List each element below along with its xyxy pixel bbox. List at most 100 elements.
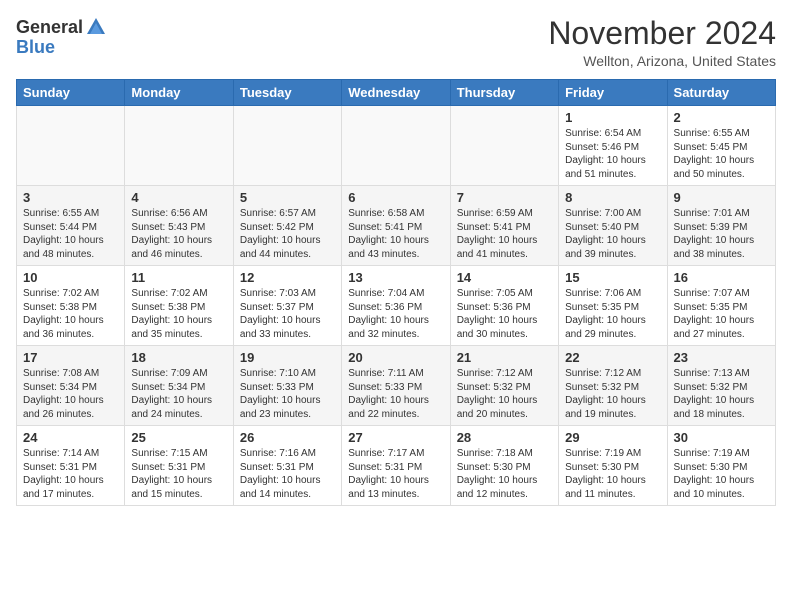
calendar-cell: 11 Sunrise: 7:02 AM Sunset: 5:38 PM Dayli… [125,266,233,346]
col-header-wednesday: Wednesday [342,80,450,106]
day-number: 16 [674,270,769,285]
day-number: 21 [457,350,552,365]
day-number: 28 [457,430,552,445]
day-number: 3 [23,190,118,205]
calendar-cell: 26Sunrise: 7:16 AM Sunset: 5:31 PM Dayli… [233,426,341,506]
day-detail: Sunrise: 7:06 AM Sunset: 5:35 PM Dayligh… [565,287,660,341]
day-number: 1 [565,110,660,125]
day-number: 13 [348,270,443,285]
day-number: 6 [348,190,443,205]
day-detail: Sunrise: 7:14 AM Sunset: 5:31 PM Dayligh… [23,447,118,501]
day-number: 18 [131,350,226,365]
calendar-cell: 12Sunrise: 7:03 AM Sunset: 5:37 PM Dayli… [233,266,341,346]
day-number: 27 [348,430,443,445]
calendar-cell: 5 Sunrise: 6:57 AM Sunset: 5:42 PM Daylig… [233,186,341,266]
col-header-thursday: Thursday [450,80,558,106]
day-detail: Sunrise: 7:13 AM Sunset: 5:32 PM Dayligh… [674,367,769,421]
calendar-week-4: 24 Sunrise: 7:14 AM Sunset: 5:31 PM Dayli… [17,426,776,506]
day-detail: Sunrise: 7:02 AM Sunset: 5:38 PM Dayligh… [23,287,118,341]
calendar-cell: 16Sunrise: 7:07 AM Sunset: 5:35 PM Dayli… [667,266,775,346]
calendar-cell: 15 Sunrise: 7:06 AM Sunset: 5:35 PM Dayli… [559,266,667,346]
day-detail: Sunrise: 7:02 AM Sunset: 5:38 PM Dayligh… [131,287,226,341]
day-detail: Sunrise: 7:19 AM Sunset: 5:30 PM Dayligh… [674,447,769,501]
day-number: 4 [131,190,226,205]
calendar-cell: 14 Sunrise: 7:05 AM Sunset: 5:36 PM Dayli… [450,266,558,346]
day-number: 20 [348,350,443,365]
col-header-monday: Monday [125,80,233,106]
calendar-cell: 4 Sunrise: 6:56 AM Sunset: 5:43 PM Daylig… [125,186,233,266]
day-number: 9 [674,190,769,205]
col-header-saturday: Saturday [667,80,775,106]
location: Wellton, Arizona, United States [548,53,776,69]
day-number: 14 [457,270,552,285]
day-number: 10 [23,270,118,285]
calendar-week-0: 1 Sunrise: 6:54 AM Sunset: 5:46 PM Daylig… [17,106,776,186]
calendar-cell: 7 Sunrise: 6:59 AM Sunset: 5:41 PM Daylig… [450,186,558,266]
calendar-cell: 6Sunrise: 6:58 AM Sunset: 5:41 PM Daylig… [342,186,450,266]
day-detail: Sunrise: 7:12 AM Sunset: 5:32 PM Dayligh… [457,367,552,421]
day-number: 15 [565,270,660,285]
day-number: 17 [23,350,118,365]
logo-general-text: General [16,18,83,36]
day-detail: Sunrise: 6:55 AM Sunset: 5:45 PM Dayligh… [674,127,769,181]
day-number: 22 [565,350,660,365]
calendar-week-3: 17 Sunrise: 7:08 AM Sunset: 5:34 PM Dayli… [17,346,776,426]
day-detail: Sunrise: 7:05 AM Sunset: 5:36 PM Dayligh… [457,287,552,341]
day-number: 5 [240,190,335,205]
calendar-cell: 20 Sunrise: 7:11 AM Sunset: 5:33 PM Dayli… [342,346,450,426]
day-detail: Sunrise: 6:59 AM Sunset: 5:41 PM Dayligh… [457,207,552,261]
day-detail: Sunrise: 7:17 AM Sunset: 5:31 PM Dayligh… [348,447,443,501]
page-container: General Blue November 2024 Wellton, Ariz… [0,0,792,514]
day-detail: Sunrise: 7:12 AM Sunset: 5:32 PM Dayligh… [565,367,660,421]
calendar-cell: 17 Sunrise: 7:08 AM Sunset: 5:34 PM Dayli… [17,346,125,426]
day-number: 2 [674,110,769,125]
day-detail: Sunrise: 7:11 AM Sunset: 5:33 PM Dayligh… [348,367,443,421]
day-detail: Sunrise: 7:10 AM Sunset: 5:33 PM Dayligh… [240,367,335,421]
calendar-cell [17,106,125,186]
calendar-cell: 22 Sunrise: 7:12 AM Sunset: 5:32 PM Dayli… [559,346,667,426]
day-detail: Sunrise: 7:01 AM Sunset: 5:39 PM Dayligh… [674,207,769,261]
month-title: November 2024 [548,16,776,51]
calendar-cell: 29Sunrise: 7:19 AM Sunset: 5:30 PM Dayli… [559,426,667,506]
calendar-table: SundayMondayTuesdayWednesdayThursdayFrid… [16,79,776,506]
logo-icon [85,16,107,38]
day-detail: Sunrise: 7:19 AM Sunset: 5:30 PM Dayligh… [565,447,660,501]
day-number: 8 [565,190,660,205]
day-detail: Sunrise: 6:56 AM Sunset: 5:43 PM Dayligh… [131,207,226,261]
calendar-cell: 24 Sunrise: 7:14 AM Sunset: 5:31 PM Dayli… [17,426,125,506]
day-number: 24 [23,430,118,445]
logo: General Blue [16,16,107,56]
calendar-cell: 2 Sunrise: 6:55 AM Sunset: 5:45 PM Daylig… [667,106,775,186]
day-detail: Sunrise: 7:00 AM Sunset: 5:40 PM Dayligh… [565,207,660,261]
calendar-cell: 9 Sunrise: 7:01 AM Sunset: 5:39 PM Daylig… [667,186,775,266]
calendar-cell: 3 Sunrise: 6:55 AM Sunset: 5:44 PM Daylig… [17,186,125,266]
day-number: 23 [674,350,769,365]
day-detail: Sunrise: 7:18 AM Sunset: 5:30 PM Dayligh… [457,447,552,501]
calendar-cell: 13Sunrise: 7:04 AM Sunset: 5:36 PM Dayli… [342,266,450,346]
day-number: 25 [131,430,226,445]
calendar-header-row: SundayMondayTuesdayWednesdayThursdayFrid… [17,80,776,106]
col-header-sunday: Sunday [17,80,125,106]
calendar-cell: 25Sunrise: 7:15 AM Sunset: 5:31 PM Dayli… [125,426,233,506]
calendar-cell [450,106,558,186]
day-detail: Sunrise: 6:54 AM Sunset: 5:46 PM Dayligh… [565,127,660,181]
day-detail: Sunrise: 6:57 AM Sunset: 5:42 PM Dayligh… [240,207,335,261]
day-detail: Sunrise: 7:09 AM Sunset: 5:34 PM Dayligh… [131,367,226,421]
calendar-cell: 18 Sunrise: 7:09 AM Sunset: 5:34 PM Dayli… [125,346,233,426]
calendar-week-2: 10 Sunrise: 7:02 AM Sunset: 5:38 PM Dayli… [17,266,776,346]
calendar-cell [125,106,233,186]
col-header-friday: Friday [559,80,667,106]
day-detail: Sunrise: 7:08 AM Sunset: 5:34 PM Dayligh… [23,367,118,421]
day-number: 11 [131,270,226,285]
calendar-cell [233,106,341,186]
day-detail: Sunrise: 6:55 AM Sunset: 5:44 PM Dayligh… [23,207,118,261]
calendar-cell: 19Sunrise: 7:10 AM Sunset: 5:33 PM Dayli… [233,346,341,426]
day-number: 7 [457,190,552,205]
day-number: 30 [674,430,769,445]
calendar-cell: 21 Sunrise: 7:12 AM Sunset: 5:32 PM Dayli… [450,346,558,426]
col-header-tuesday: Tuesday [233,80,341,106]
calendar-cell [342,106,450,186]
day-number: 26 [240,430,335,445]
logo-blue-text: Blue [16,38,55,56]
header: General Blue November 2024 Wellton, Ariz… [16,16,776,69]
